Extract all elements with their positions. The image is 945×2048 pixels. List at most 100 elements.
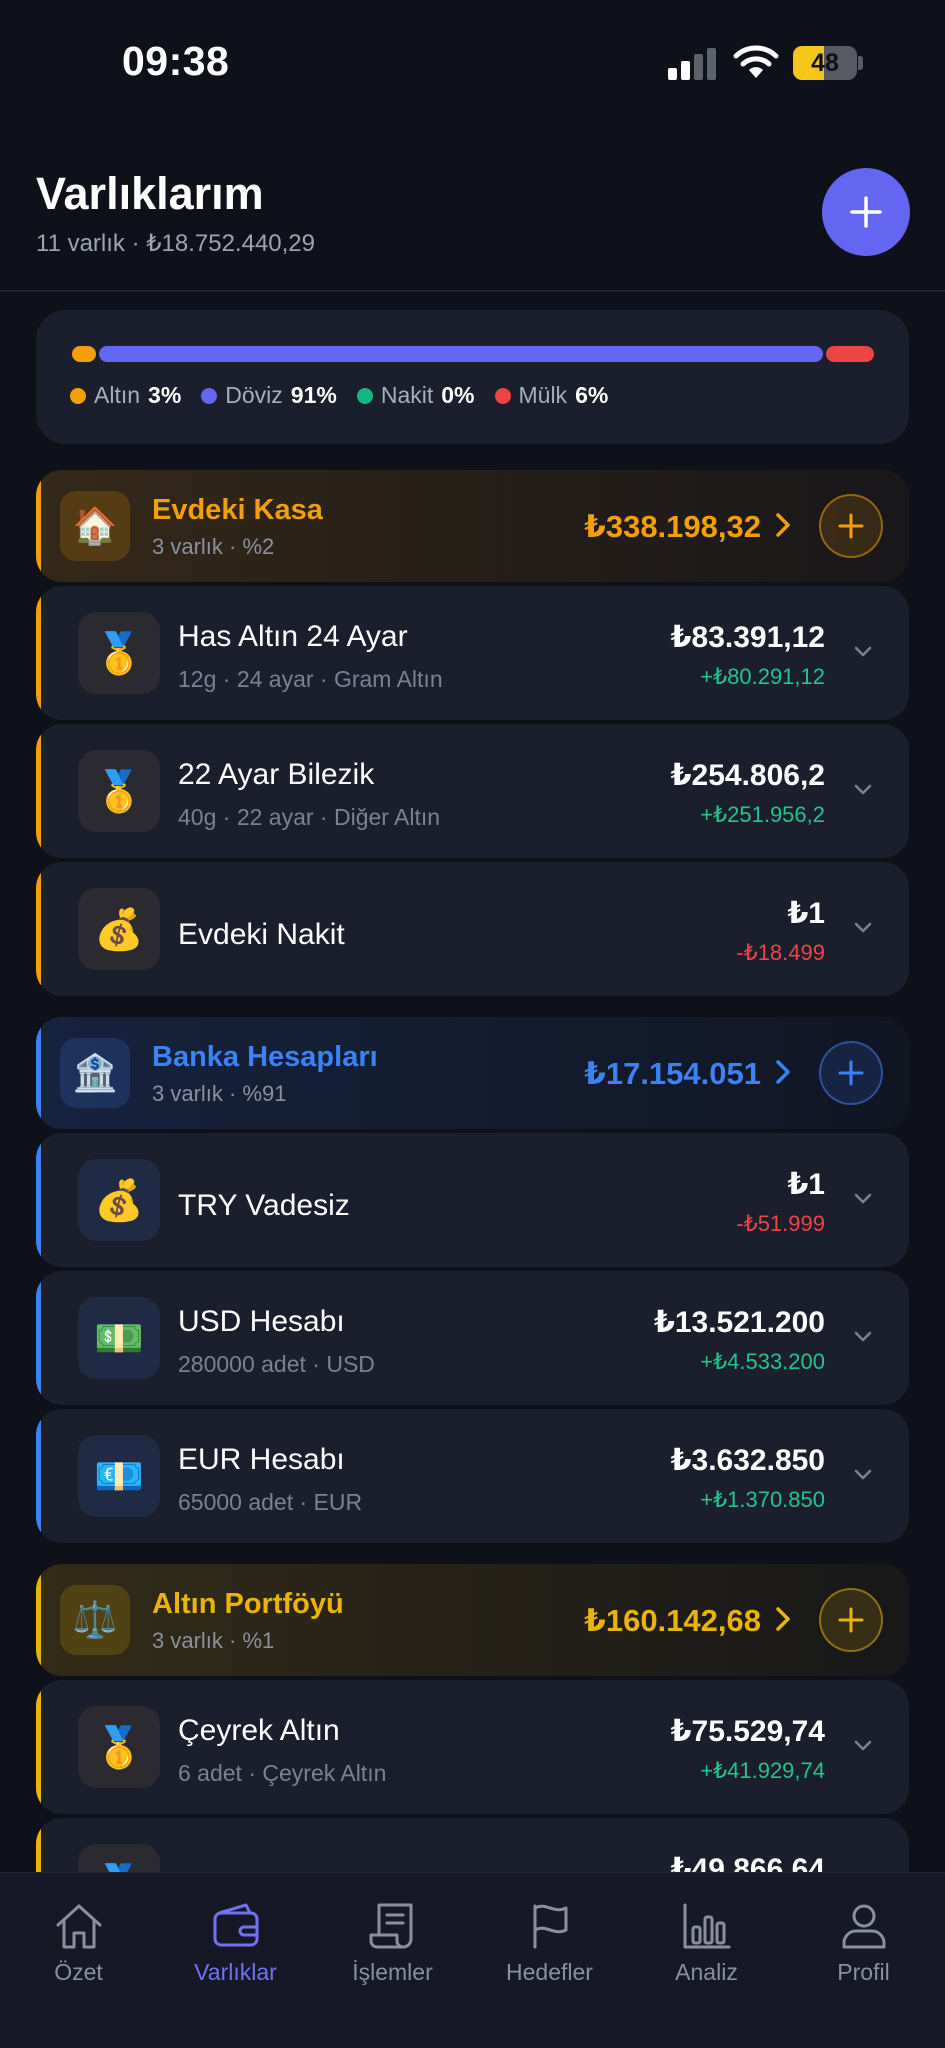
asset-accent	[36, 586, 41, 720]
tab-profil[interactable]: Profil	[785, 1873, 942, 2003]
asset-row[interactable]: 💰 Evdeki Nakit ₺1 -₺18.499	[36, 862, 909, 996]
legend-pct: 91%	[290, 382, 337, 408]
add-asset-button[interactable]	[822, 168, 910, 256]
euro-banknote-icon: 💶	[78, 1435, 160, 1517]
asset-meta: 6 adet · Çeyrek Altın	[178, 1760, 387, 1786]
group-subtitle: 3 varlık · %1	[152, 1628, 275, 1653]
chevron-down-icon[interactable]	[851, 1187, 875, 1211]
legend-item: Mülk 6%	[494, 382, 608, 409]
battery-level: 48	[811, 49, 839, 77]
legend-pct: 3%	[148, 382, 182, 408]
chevron-down-icon[interactable]	[851, 916, 875, 940]
medal-icon: 🥇	[78, 750, 160, 832]
asset-name: Çeyrek Altın	[178, 1714, 340, 1747]
asset-meta: 12g · 24 ayar · Gram Altın	[178, 666, 443, 692]
legend-name: Altın	[94, 382, 141, 408]
status-time: 09:38	[122, 38, 230, 84]
bank-icon: 🏦	[60, 1038, 130, 1108]
tab-islemler[interactable]: İşlemler	[314, 1873, 471, 2003]
medal-icon: 🥇	[78, 1706, 160, 1788]
asset-row[interactable]: 🥇 Çeyrek Altın 6 adet · Çeyrek Altın ₺75.52…	[36, 1680, 909, 1814]
chevron-down-icon[interactable]	[851, 1463, 875, 1487]
wallet-icon	[213, 1903, 259, 1947]
plus-icon	[838, 1607, 864, 1633]
asset-value: ₺1	[787, 897, 825, 930]
tab-label: Varlıklar	[194, 1959, 277, 1985]
balance-scale-icon: ⚖️	[60, 1585, 130, 1655]
allocation-bar	[72, 346, 874, 362]
tab-ozet[interactable]: Özet	[0, 1873, 157, 2003]
tab-hedefler[interactable]: Hedefler	[471, 1873, 628, 2003]
chevron-right-icon[interactable]	[773, 1604, 793, 1634]
plus-icon	[838, 1060, 864, 1086]
house-icon: 🏠	[60, 491, 130, 561]
status-bar: 09:38 48	[0, 0, 945, 120]
money-bag-icon: 💰	[78, 888, 160, 970]
asset-row[interactable]: 💶 EUR Hesabı 65000 adet · EUR ₺3.632.850 +₺1…	[36, 1409, 909, 1543]
group-header[interactable]: ⚖️ Altın Portföyü 3 varlık · %1 ₺160.142,68	[36, 1564, 909, 1676]
asset-change: +₺251.956,2	[700, 802, 825, 827]
tab-label: Hedefler	[506, 1959, 593, 1985]
asset-row[interactable]: 🥇 22 Ayar Bilezik 40g · 22 ayar · Diğer Al…	[36, 724, 909, 858]
medal-icon: 🥇	[78, 612, 160, 694]
asset-change: +₺80.291,12	[700, 664, 825, 689]
money-bag-icon: 💰	[78, 1159, 160, 1241]
legend-dot	[494, 387, 511, 404]
chevron-down-icon[interactable]	[851, 1734, 875, 1758]
cellular-signal-icon	[668, 48, 718, 80]
chevron-right-icon[interactable]	[773, 510, 793, 540]
asset-row[interactable]: 🥇 Has Altın 24 Ayar 12g · 24 ayar · Gram A…	[36, 586, 909, 720]
asset-meta: 65000 adet · EUR	[178, 1489, 363, 1515]
tab-analiz[interactable]: Analiz	[628, 1873, 785, 2003]
chevron-down-icon[interactable]	[851, 778, 875, 802]
asset-change: +₺4.533.200	[700, 1349, 825, 1374]
plus-icon	[838, 513, 864, 539]
group-add-button[interactable]	[819, 494, 883, 558]
chevron-down-icon[interactable]	[851, 640, 875, 664]
bar-chart-icon	[683, 1903, 731, 1949]
wifi-icon	[733, 45, 779, 78]
asset-meta: 280000 adet · USD	[178, 1351, 375, 1377]
legend-name: Nakit	[380, 382, 434, 408]
group-accent	[36, 1017, 41, 1129]
user-icon	[842, 1904, 886, 1949]
asset-value: ₺83.391,12	[670, 621, 825, 654]
chevron-down-icon[interactable]	[851, 1325, 875, 1349]
header-divider	[0, 290, 945, 292]
legend-item: Altın 3%	[70, 382, 181, 409]
group-subtitle: 3 varlık · %91	[152, 1081, 287, 1106]
group-header[interactable]: 🏠 Evdeki Kasa 3 varlık · %2 ₺338.198,32	[36, 470, 909, 582]
asset-name: EUR Hesabı	[178, 1443, 345, 1476]
asset-accent	[36, 1680, 41, 1814]
asset-row[interactable]: 💰 TRY Vadesiz ₺1 -₺51.999	[36, 1133, 909, 1267]
group-accent	[36, 1564, 41, 1676]
asset-meta: 40g · 22 ayar · Diğer Altın	[178, 804, 441, 830]
page-subtitle: 11 varlık · ₺18.752.440,29	[36, 230, 315, 257]
asset-row[interactable]: 💵 USD Hesabı 280000 adet · USD ₺13.521.200 +…	[36, 1271, 909, 1405]
tab-varliklar[interactable]: Varlıklar	[157, 1873, 314, 2003]
asset-value: ₺13.521.200	[653, 1306, 825, 1339]
dollar-banknote-icon: 💵	[78, 1297, 160, 1379]
chevron-right-icon[interactable]	[773, 1057, 793, 1087]
group-subtitle: 3 varlık · %2	[152, 534, 275, 559]
legend-name: Döviz	[225, 382, 283, 408]
allocation-card: Altın 3% Döviz 91% Nakit 0% Mülk 6%	[36, 310, 909, 444]
allocation-segment	[98, 346, 824, 362]
group-add-button[interactable]	[819, 1041, 883, 1105]
group-header[interactable]: 🏦 Banka Hesapları 3 varlık · %91 ₺17.154.05…	[36, 1017, 909, 1129]
group-total: ₺338.198,32	[584, 509, 761, 544]
group-add-button[interactable]	[819, 1588, 883, 1652]
group-title: Evdeki Kasa	[152, 494, 323, 526]
asset-change: -₺18.499	[736, 940, 825, 965]
allocation-legend: Altın 3% Döviz 91% Nakit 0% Mülk 6%	[70, 382, 608, 409]
group-title: Banka Hesapları	[152, 1041, 378, 1073]
receipt-icon	[369, 1903, 413, 1949]
tab-label: Profil	[837, 1959, 890, 1985]
asset-name: Has Altın 24 Ayar	[178, 620, 408, 653]
asset-accent	[36, 1409, 41, 1543]
legend-item: Döviz 91%	[201, 382, 337, 409]
asset-name: USD Hesabı	[178, 1305, 345, 1338]
tab-bar: Özet Varlıklar İşlemler Hedefler Analiz	[0, 1872, 945, 2048]
asset-value: ₺3.632.850	[670, 1444, 825, 1477]
asset-accent	[36, 862, 41, 996]
